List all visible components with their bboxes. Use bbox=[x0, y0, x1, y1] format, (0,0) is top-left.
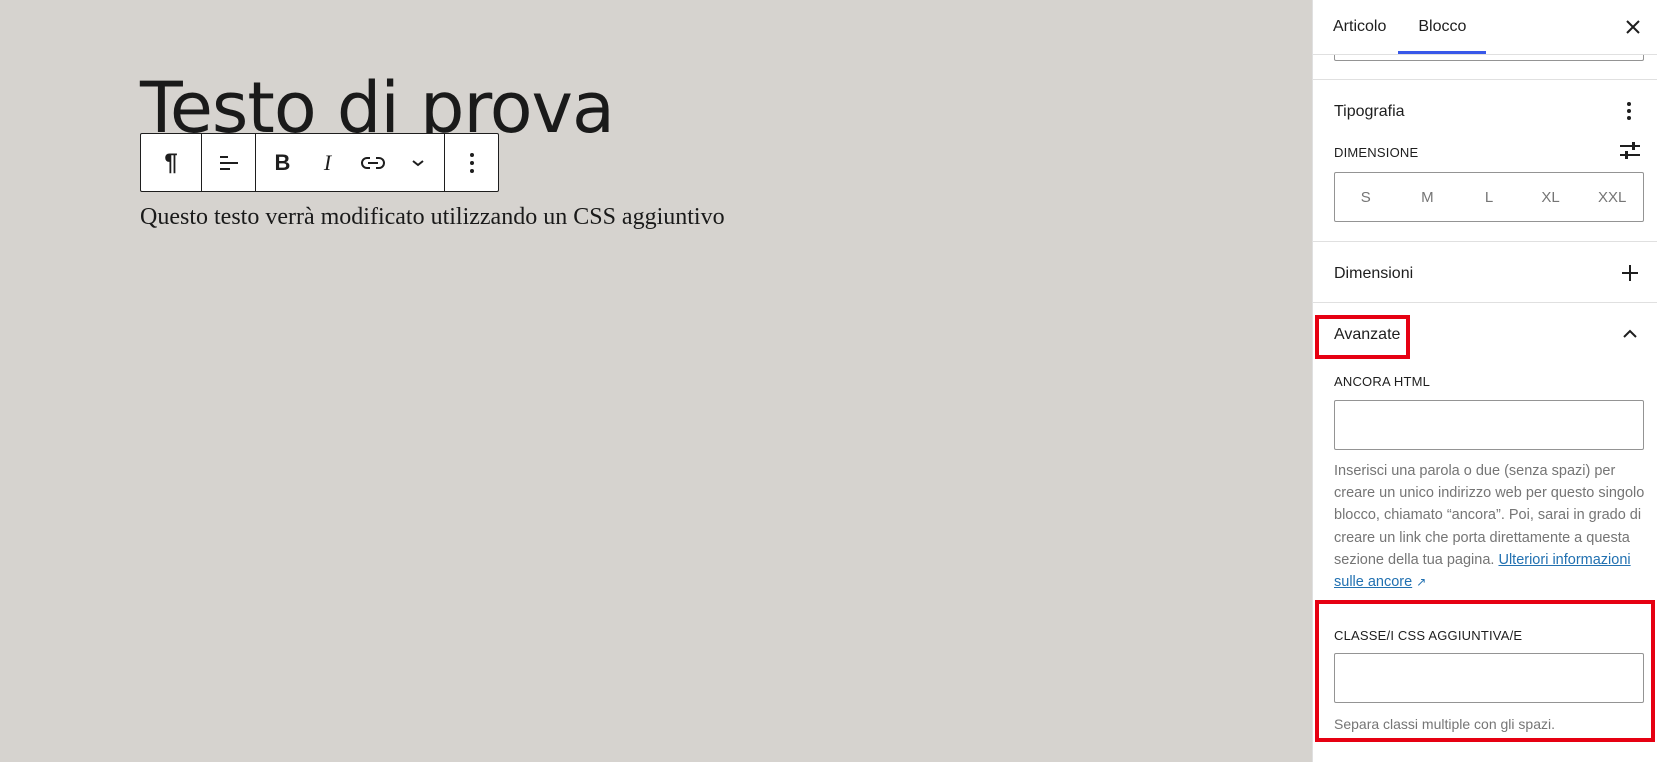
settings-sidebar: Articolo Blocco Tipografia DIMENSIONE S … bbox=[1312, 0, 1657, 762]
tab-articolo[interactable]: Articolo bbox=[1321, 0, 1398, 54]
block-type-group: ¶ bbox=[141, 134, 202, 191]
divider bbox=[1313, 302, 1657, 303]
previous-field-edge bbox=[1334, 55, 1644, 61]
more-options-icon[interactable] bbox=[449, 134, 494, 191]
divider bbox=[1313, 79, 1657, 80]
divider bbox=[1313, 241, 1657, 242]
options-group bbox=[445, 134, 498, 191]
paragraph-icon[interactable]: ¶ bbox=[145, 134, 197, 191]
chevron-up-icon[interactable] bbox=[1617, 322, 1643, 346]
size-option-xxl[interactable]: XXL bbox=[1581, 173, 1643, 221]
sidebar-tabs: Articolo Blocco bbox=[1313, 0, 1657, 55]
paragraph-block[interactable]: Questo testo verrà modificato utilizzand… bbox=[140, 204, 725, 231]
format-group: B I bbox=[256, 134, 445, 191]
size-option-l[interactable]: L bbox=[1458, 173, 1520, 221]
plus-icon[interactable] bbox=[1617, 260, 1643, 286]
chevron-down-icon[interactable] bbox=[395, 134, 440, 191]
advanced-panel-title[interactable]: Avanzate bbox=[1334, 326, 1400, 344]
align-group bbox=[202, 134, 256, 191]
external-link-icon: ↗ bbox=[1416, 575, 1427, 590]
css-class-help: Separa classi multiple con gli spazi. bbox=[1334, 716, 1555, 732]
size-option-xl[interactable]: XL bbox=[1520, 173, 1582, 221]
custom-size-icon[interactable] bbox=[1617, 139, 1643, 163]
link-icon[interactable] bbox=[350, 134, 395, 191]
size-label: DIMENSIONE bbox=[1334, 145, 1419, 160]
editor-canvas: Testo di prova Questo testo verrà modifi… bbox=[0, 0, 1312, 762]
close-icon[interactable] bbox=[1619, 13, 1647, 41]
align-left-icon[interactable] bbox=[206, 134, 251, 191]
bold-button[interactable]: B bbox=[260, 134, 305, 191]
size-option-s[interactable]: S bbox=[1335, 173, 1397, 221]
typography-options-icon[interactable] bbox=[1619, 99, 1639, 123]
typography-panel-title[interactable]: Tipografia bbox=[1334, 103, 1405, 121]
italic-button[interactable]: I bbox=[305, 134, 350, 191]
css-class-input[interactable] bbox=[1334, 653, 1644, 703]
size-option-m[interactable]: M bbox=[1397, 173, 1459, 221]
dimensions-panel-title[interactable]: Dimensioni bbox=[1334, 265, 1413, 283]
html-anchor-label: ANCORA HTML bbox=[1334, 374, 1431, 389]
html-anchor-input[interactable] bbox=[1334, 400, 1644, 450]
tab-blocco[interactable]: Blocco bbox=[1398, 0, 1486, 54]
block-toolbar: ¶ B I bbox=[140, 133, 499, 192]
font-size-picker: S M L XL XXL bbox=[1334, 172, 1644, 222]
css-class-label: CLASSE/I CSS AGGIUNTIVA/E bbox=[1334, 628, 1523, 643]
html-anchor-help: Inserisci una parola o due (senza spazi)… bbox=[1334, 460, 1646, 593]
